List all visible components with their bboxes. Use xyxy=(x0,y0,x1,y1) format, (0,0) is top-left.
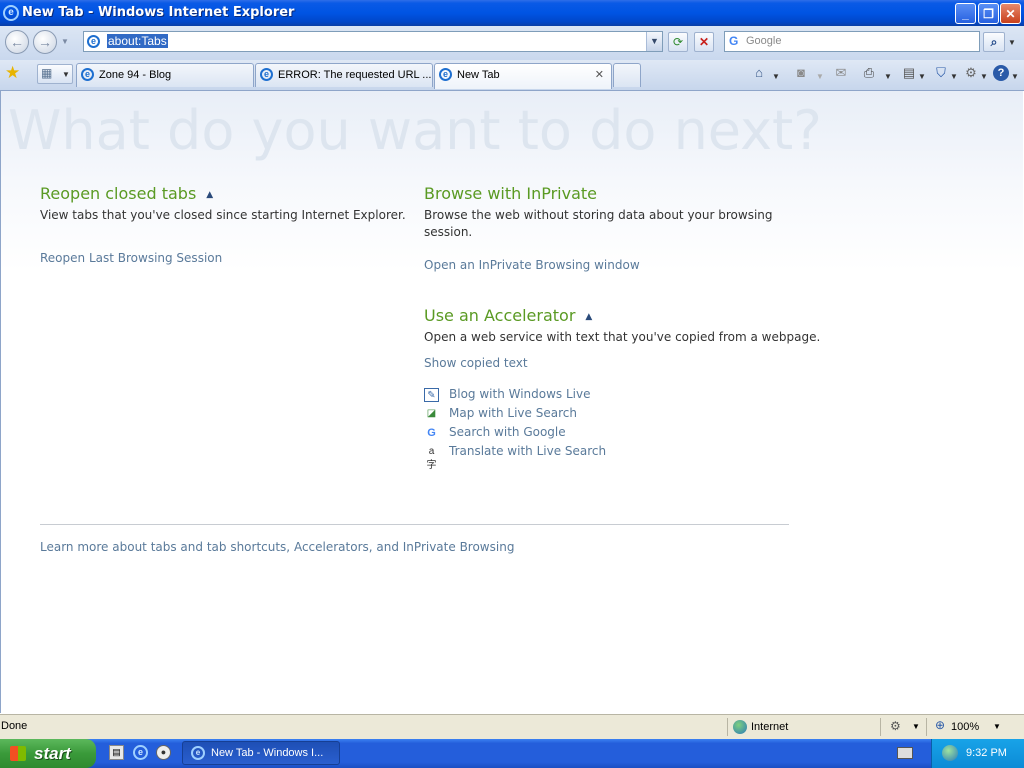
minimize-button[interactable]: _ xyxy=(955,3,976,24)
help-dropdown-icon[interactable]: ▼ xyxy=(1011,68,1019,86)
zoom-dropdown-icon[interactable]: ▼ xyxy=(993,722,1001,731)
zoom-level[interactable]: 100% xyxy=(951,721,979,733)
hero-heading: What do you want to do next? xyxy=(8,99,822,162)
close-tab-icon[interactable]: ✕ xyxy=(595,64,604,86)
ie-taskbar-icon: e xyxy=(191,746,205,760)
new-tab-button[interactable] xyxy=(613,63,641,87)
tab-label: Zone 94 - Blog xyxy=(99,69,172,81)
zoom-icon: ⊕ xyxy=(935,718,946,732)
ie-page-icon: e xyxy=(81,68,94,81)
ie-logo-icon: e xyxy=(3,5,19,21)
home-dropdown-icon[interactable]: ▼ xyxy=(772,68,780,86)
favorites-star-icon[interactable]: ★ xyxy=(5,63,20,83)
network-tray-icon[interactable] xyxy=(942,745,958,761)
refresh-button[interactable]: ⟳ xyxy=(668,32,688,52)
status-separator xyxy=(926,718,927,736)
feeds-icon[interactable]: ◙ xyxy=(792,64,810,82)
use-accelerator-heading[interactable]: Use an Accelerator ▲ xyxy=(424,306,592,325)
translate-icon: a字 xyxy=(426,446,437,471)
protected-mode-dropdown-icon[interactable]: ▼ xyxy=(912,722,920,731)
back-button[interactable]: ← xyxy=(5,30,29,54)
tab-zone94-blog[interactable]: e Zone 94 - Blog xyxy=(76,63,254,87)
print-icon[interactable]: ⎙ xyxy=(860,64,878,82)
divider xyxy=(40,524,789,525)
status-separator xyxy=(727,718,728,736)
feeds-dropdown-icon[interactable]: ▼ xyxy=(816,68,824,86)
learn-more-link[interactable]: Learn more about tabs and tab shortcuts,… xyxy=(40,540,514,554)
start-button[interactable]: start xyxy=(0,739,96,768)
blog-with-windows-live-link[interactable]: Blog with Windows Live xyxy=(449,387,591,401)
page-dropdown-icon[interactable]: ▼ xyxy=(918,68,926,86)
address-input[interactable]: about:Tabs xyxy=(107,34,168,48)
map-icon: ◪ xyxy=(426,408,437,419)
tools-dropdown-icon[interactable]: ▼ xyxy=(980,68,988,86)
section-title: Use an Accelerator xyxy=(424,306,576,325)
zone-label[interactable]: Internet xyxy=(751,721,788,733)
tab-new-tab[interactable]: e New Tab ✕ xyxy=(434,63,612,89)
google-logo-icon: G xyxy=(729,34,739,48)
home-icon[interactable]: ⌂ xyxy=(750,64,768,82)
ie-page-icon: e xyxy=(439,68,452,81)
quicklaunch-explorer-icon[interactable]: ▤ xyxy=(109,745,124,760)
tab-list-dropdown-icon[interactable]: ▼ xyxy=(62,70,70,79)
maximize-button[interactable]: ❐ xyxy=(978,3,999,24)
safety-menu-icon[interactable]: ⛉ xyxy=(932,64,950,82)
windows-logo-icon xyxy=(10,746,26,761)
tools-menu-icon[interactable]: ⚙ xyxy=(962,64,980,82)
search-box[interactable]: G Google xyxy=(724,31,980,52)
inprivate-description: Browse the web without storing data abou… xyxy=(424,208,773,239)
protected-mode-icon[interactable]: ⚙ xyxy=(890,719,901,733)
reopen-description: View tabs that you've closed since start… xyxy=(40,208,406,222)
quick-tabs-icon: ▦ xyxy=(41,66,53,80)
tab-error-page[interactable]: e ERROR: The requested URL ... xyxy=(255,63,433,87)
forward-button[interactable]: → xyxy=(33,30,57,54)
window-title: New Tab - Windows Internet Explorer xyxy=(22,5,295,20)
blog-icon: ✎ xyxy=(424,388,439,402)
taskbar xyxy=(0,739,1024,768)
quicklaunch-media-icon[interactable]: ● xyxy=(156,745,171,760)
search-with-google-link[interactable]: Search with Google xyxy=(449,425,566,439)
page-icon: e xyxy=(87,35,100,48)
reopen-closed-tabs-heading[interactable]: Reopen closed tabs ▲ xyxy=(40,184,213,203)
collapse-caret-icon[interactable]: ▲ xyxy=(206,190,213,200)
section-title: Reopen closed tabs xyxy=(40,184,197,203)
keyboard-tray-icon[interactable] xyxy=(897,747,913,759)
read-mail-icon[interactable]: ✉ xyxy=(832,64,850,82)
print-dropdown-icon[interactable]: ▼ xyxy=(884,68,892,86)
tab-label: New Tab xyxy=(457,69,500,81)
ie-page-icon: e xyxy=(260,68,273,81)
show-copied-text-link[interactable]: Show copied text xyxy=(424,356,528,370)
clock[interactable]: 9:32 PM xyxy=(966,747,1007,759)
page-menu-icon[interactable]: ▤ xyxy=(900,64,918,82)
google-icon: G xyxy=(427,427,436,439)
quicklaunch-ie-icon[interactable]: e xyxy=(133,745,148,760)
taskbar-ie-window[interactable]: e New Tab - Windows I... xyxy=(182,741,340,765)
search-options-dropdown-icon[interactable]: ▼ xyxy=(1008,38,1016,47)
accelerator-description: Open a web service with text that you've… xyxy=(424,330,821,344)
translate-with-live-search-link[interactable]: Translate with Live Search xyxy=(449,444,606,458)
stop-button[interactable]: ✕ xyxy=(694,32,714,52)
status-bar xyxy=(0,714,1024,740)
status-text: Done xyxy=(1,720,28,732)
close-button[interactable]: ✕ xyxy=(1000,3,1021,24)
open-inprivate-window-link[interactable]: Open an InPrivate Browsing window xyxy=(424,258,640,272)
map-with-live-search-link[interactable]: Map with Live Search xyxy=(449,406,577,420)
reopen-last-session-link[interactable]: Reopen Last Browsing Session xyxy=(40,251,222,265)
help-icon[interactable]: ? xyxy=(993,65,1009,81)
safety-dropdown-icon[interactable]: ▼ xyxy=(950,68,958,86)
search-button[interactable]: ⌕ xyxy=(983,32,1005,52)
recent-pages-dropdown-icon[interactable]: ▼ xyxy=(61,37,69,46)
address-bar[interactable]: e about:Tabs ▼ xyxy=(83,31,663,52)
address-dropdown-icon[interactable]: ▼ xyxy=(646,32,662,51)
task-label: New Tab - Windows I... xyxy=(211,747,324,759)
status-separator xyxy=(880,718,881,736)
internet-zone-globe-icon xyxy=(733,720,747,734)
quick-tabs-button[interactable]: ▦ ▼ xyxy=(37,64,73,84)
start-label: start xyxy=(34,744,71,763)
tab-label: ERROR: The requested URL ... xyxy=(278,69,432,81)
search-input[interactable]: Google xyxy=(746,35,781,47)
collapse-caret-icon[interactable]: ▲ xyxy=(585,312,592,322)
browse-inprivate-heading: Browse with InPrivate xyxy=(424,184,598,203)
